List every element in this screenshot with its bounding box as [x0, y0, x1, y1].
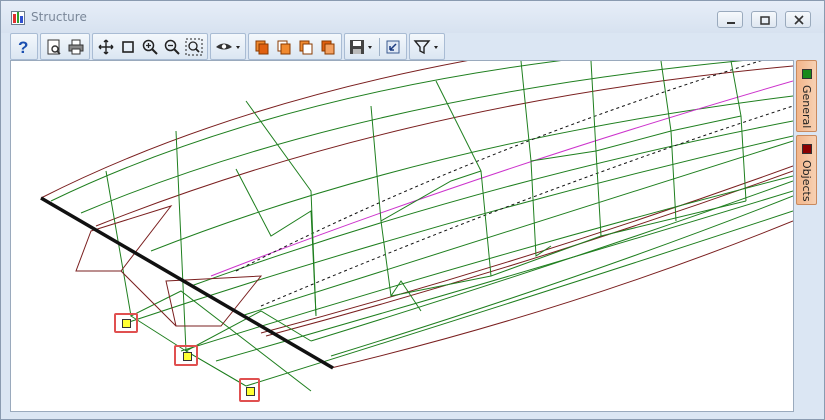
objects-tab-icon: [802, 144, 812, 154]
close-button[interactable]: [785, 11, 811, 28]
reset-view-icon[interactable]: [382, 36, 404, 58]
highlighted-node[interactable]: [174, 345, 198, 366]
print-preview-icon[interactable]: [43, 36, 65, 58]
toolbar-group-help: ?: [10, 33, 38, 60]
copy-orange-2-icon[interactable]: [273, 36, 295, 58]
toolbar-group-view: [92, 33, 208, 60]
toolbar: ?: [10, 33, 447, 60]
select-rectangle-icon[interactable]: [117, 36, 139, 58]
tab-general[interactable]: General: [796, 60, 817, 132]
highlighted-node[interactable]: [114, 313, 138, 333]
toolbar-group-filter: [409, 33, 445, 60]
pan-icon[interactable]: [95, 36, 117, 58]
toolbar-group-eye: [210, 33, 246, 60]
tab-general-label: General: [800, 85, 813, 129]
zoom-in-icon[interactable]: [139, 36, 161, 58]
section-cut-line: [40, 196, 334, 370]
toolbar-separator: [379, 37, 380, 56]
save-dropdown[interactable]: [347, 36, 377, 58]
minimize-button[interactable]: [717, 11, 743, 28]
tab-objects-label: Objects: [800, 160, 813, 202]
print-icon[interactable]: [65, 36, 87, 58]
app-icon: [11, 11, 25, 25]
zoom-out-icon[interactable]: [161, 36, 183, 58]
zoom-extents-icon[interactable]: [183, 36, 205, 58]
title-bar[interactable]: Structure: [1, 1, 824, 33]
tab-objects[interactable]: Objects: [796, 135, 817, 205]
filter-dropdown[interactable]: [412, 36, 442, 58]
structure-window: Structure ? General Objects: [0, 0, 825, 420]
window-title: Structure: [31, 10, 87, 24]
toolbar-group-copy: [248, 33, 342, 60]
structure-viewport[interactable]: [10, 60, 794, 412]
svg-text:?: ?: [18, 38, 28, 56]
restore-button[interactable]: [751, 11, 777, 28]
toolbar-group-save: [344, 33, 407, 60]
wireframe-model: [40, 61, 793, 392]
general-tab-icon: [802, 69, 812, 79]
copy-orange-icon[interactable]: [251, 36, 273, 58]
copy-orange-4-icon[interactable]: [317, 36, 339, 58]
toolbar-group-print: [40, 33, 90, 60]
copy-orange-3-icon[interactable]: [295, 36, 317, 58]
highlighted-node[interactable]: [239, 378, 260, 402]
view-eye-dropdown[interactable]: [213, 36, 243, 58]
help-icon[interactable]: ?: [13, 36, 35, 58]
